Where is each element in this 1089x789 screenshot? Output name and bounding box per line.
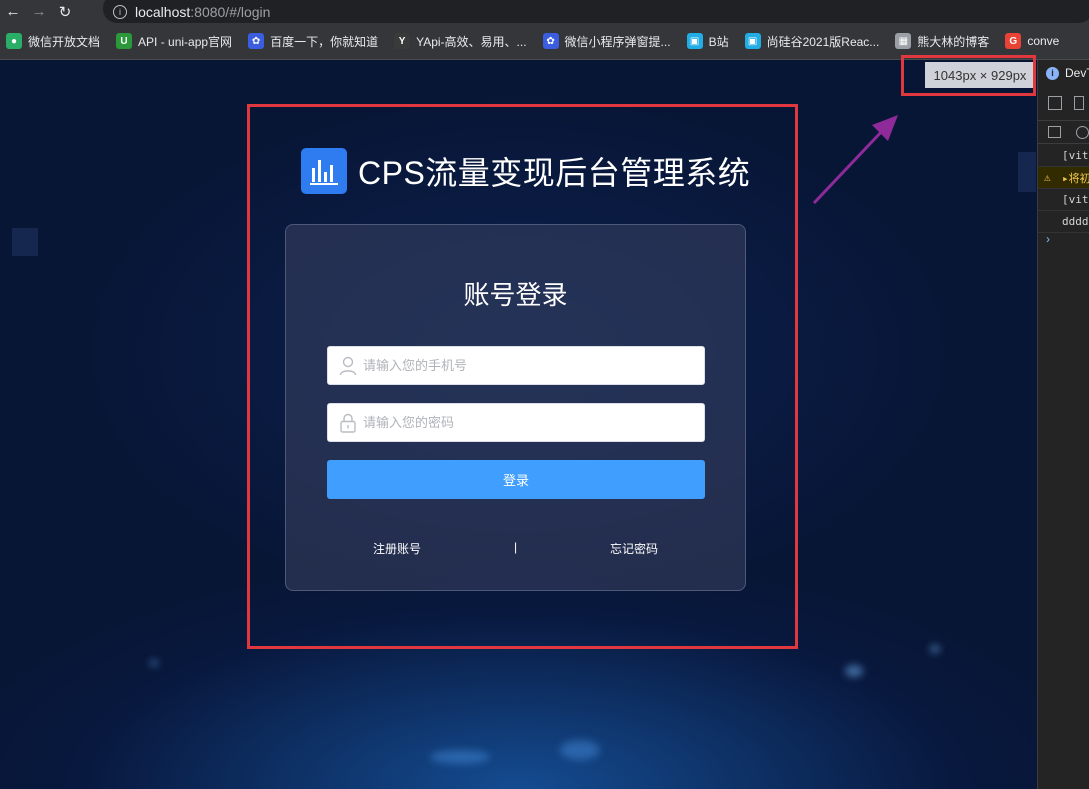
login-card-title: 账号登录 [463,280,568,310]
background-decoration [1018,152,1036,192]
user-icon [339,356,357,376]
bookmark-item[interactable]: ✿ 百度一下，你就知道 [248,33,378,50]
bookmark-item[interactable]: ▦ 熊大林的博客 [895,33,989,50]
forward-icon[interactable]: → [26,0,52,23]
background-light [560,740,600,760]
wechat-icon: ● [6,33,22,49]
devtools-panel: iDevT [vit ⚠ ▸将初 [vit dddd › [1037,60,1089,789]
info-icon: i [1046,66,1059,80]
browser-toolbar: ← → ↻ i localhost:8080/#/login [0,0,1089,23]
baidu-icon: ✿ [542,33,559,49]
back-icon[interactable]: ← [0,0,26,23]
bilibili-icon: ▣ [744,33,761,49]
bookmark-item[interactable]: Gconve [1005,33,1059,49]
baidu-icon: ✿ [248,33,265,49]
console-line: dddd [1038,211,1089,233]
site-info-icon[interactable]: i [113,4,127,19]
console-toolbar [1038,120,1089,144]
address-bar[interactable]: i localhost:8080/#/login [103,0,1089,23]
bookmark-item[interactable]: ● 微信开放文档 [6,33,100,50]
lock-icon [339,413,357,433]
inspect-icon[interactable] [1048,96,1062,110]
bookmark-label: conve [1027,34,1060,48]
background-light [430,750,490,764]
password-field[interactable] [327,403,705,442]
devtools-tab[interactable]: iDevT [1046,66,1089,80]
register-link[interactable]: 注册账号 [373,540,421,557]
brand-header: CPS流量变现后台管理系统 [301,148,750,194]
google-icon: G [1005,33,1022,49]
background-light [930,645,940,653]
warning-icon: ⚠ [1044,171,1051,184]
bookmark-label: YApi-高效、易用、... [416,34,527,49]
login-button[interactable]: 登录 [327,460,705,499]
blog-avatar-icon: ▦ [895,33,912,49]
yapi-icon: Y [394,33,411,49]
phone-field[interactable] [327,346,705,385]
bookmark-label: 尚硅谷2021版Reac... [766,34,880,49]
forgot-password-link[interactable]: 忘记密码 [610,540,658,557]
bookmark-item[interactable]: ▣ 尚硅谷2021版Reac... [744,33,880,50]
url-text: localhost:8080/#/login [135,3,271,20]
reload-icon[interactable]: ↻ [52,0,78,23]
bookmark-item[interactable]: ✿ 微信小程序弹窗提... [542,33,671,50]
bookmark-label: API - uni-app官网 [138,34,233,49]
bookmark-item[interactable]: U API - uni-app官网 [116,33,232,50]
bookmark-label: 熊大林的博客 [917,34,990,49]
password-input[interactable] [363,415,683,430]
bar-chart-logo-icon [301,148,347,194]
console-line: [vit [1038,145,1089,167]
bookmark-item[interactable]: Y YApi-高效、易用、... [394,33,527,50]
annotation-badge-box [901,55,1036,96]
login-card: 账号登录 登录 注册账号 | 忘记密码 [285,224,746,591]
sidebar-toggle-icon[interactable] [1048,126,1061,138]
console-line: [vit [1038,189,1089,211]
annotation-arrow-icon [812,115,898,205]
console-warning-line: ⚠ ▸将初 [1038,167,1089,189]
bookmark-item[interactable]: ▣ B站 [686,33,729,50]
bookmark-label: 百度一下，你就知道 [270,34,379,49]
bookmark-label: B站 [708,34,729,49]
background-light [845,665,863,677]
clear-console-icon[interactable] [1076,126,1089,139]
bookmark-label: 微信开放文档 [28,34,101,49]
background-decoration [12,228,38,256]
background-light [150,660,158,666]
device-toolbar-icon[interactable] [1074,96,1084,110]
bilibili-icon: ▣ [686,33,703,49]
brand-title: CPS流量变现后台管理系统 [358,155,751,191]
console-prompt-icon[interactable]: › [1046,232,1050,246]
bookmark-label: 微信小程序弹窗提... [564,34,671,49]
link-separator: | [514,540,518,554]
phone-input[interactable] [363,358,683,373]
uniapp-icon: U [116,33,133,49]
